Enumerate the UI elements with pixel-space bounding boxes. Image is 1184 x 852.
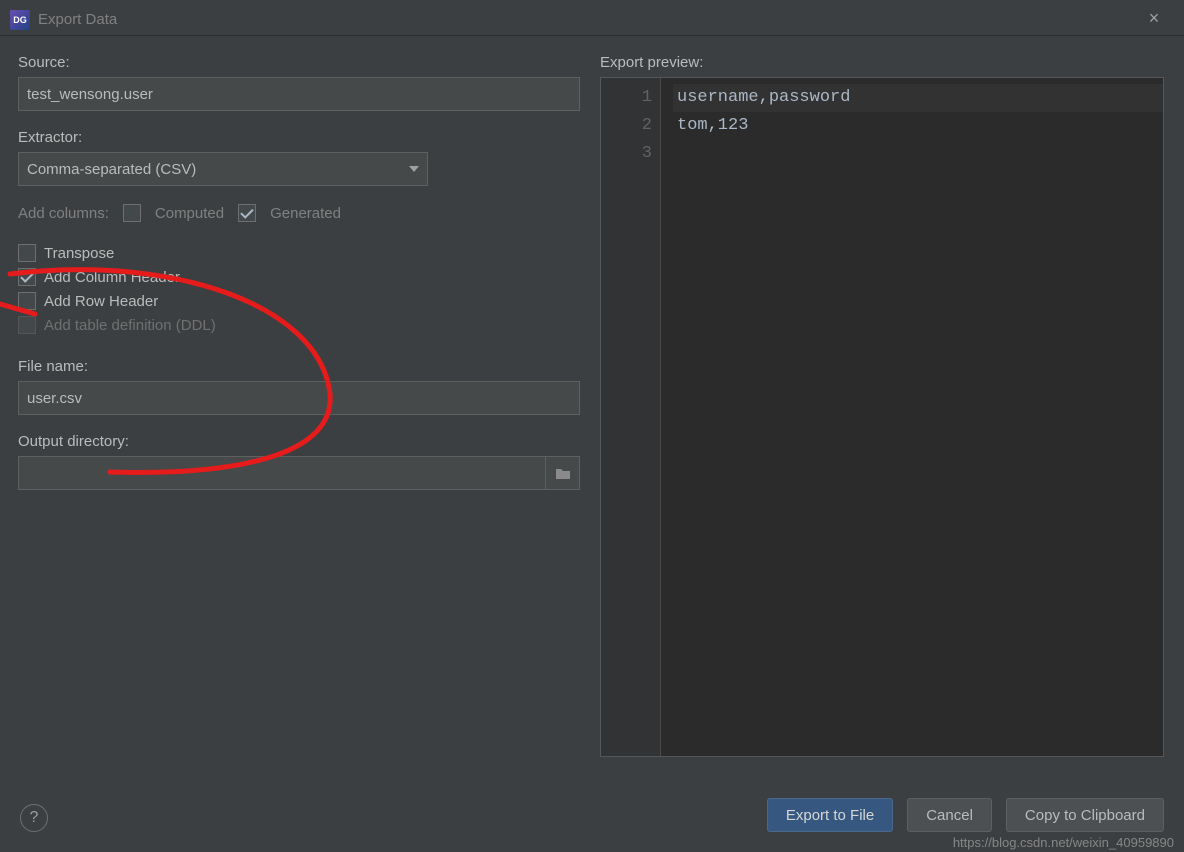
line-number: 3 [601,140,652,168]
add-column-header-label: Add Column Header [44,269,180,286]
add-column-header-checkbox[interactable] [18,268,36,286]
computed-checkbox[interactable] [123,204,141,222]
cancel-button[interactable]: Cancel [907,798,992,832]
dialog-buttons: Export to File Cancel Copy to Clipboard [767,798,1164,832]
generated-label: Generated [270,205,341,222]
output-dir-input[interactable] [18,456,546,490]
extractor-value: Comma-separated (CSV) [27,161,196,178]
preview-label: Export preview: [600,54,1168,71]
form-pane: Source: Extractor: Comma-separated (CSV)… [0,36,596,826]
preview-editor[interactable]: 1 2 3 username,password tom,123 [600,77,1164,757]
window-title: Export Data [38,11,117,28]
content-area: Source: Extractor: Comma-separated (CSV)… [0,36,1184,826]
source-label: Source: [18,54,580,71]
generated-checkbox[interactable] [238,204,256,222]
app-icon: DG [10,10,30,30]
add-ddl-label: Add table definition (DDL) [44,317,216,334]
add-row-header-checkbox[interactable] [18,292,36,310]
add-columns-label: Add columns: [18,205,109,222]
code-line [673,140,1163,168]
extractor-select[interactable]: Comma-separated (CSV) [18,152,428,186]
copy-to-clipboard-button[interactable]: Copy to Clipboard [1006,798,1164,832]
line-number: 2 [601,112,652,140]
add-row-header-label: Add Row Header [44,293,158,310]
filename-label: File name: [18,358,580,375]
chevron-down-icon [409,166,419,172]
folder-icon [555,466,571,480]
line-number: 1 [601,84,652,112]
transpose-label: Transpose [44,245,114,262]
close-icon[interactable]: × [1144,8,1164,28]
export-data-dialog: DG Export Data × Source: Extractor: Comm… [0,0,1184,852]
titlebar: DG Export Data × [0,0,1184,36]
preview-pane: Export preview: 1 2 3 username,password … [596,36,1184,826]
watermark-text: https://blog.csdn.net/weixin_40959890 [953,835,1174,850]
code-line: tom,123 [673,112,1163,140]
filename-input[interactable] [18,381,580,415]
preview-code: username,password tom,123 [661,78,1163,756]
export-to-file-button[interactable]: Export to File [767,798,893,832]
preview-gutter: 1 2 3 [601,78,661,756]
computed-label: Computed [155,205,224,222]
add-ddl-checkbox[interactable] [18,316,36,334]
extractor-label: Extractor: [18,129,580,146]
source-input[interactable] [18,77,580,111]
output-dir-label: Output directory: [18,433,580,450]
browse-folder-button[interactable] [546,456,580,490]
help-button[interactable]: ? [20,804,48,832]
code-line: username,password [673,84,1163,112]
transpose-checkbox[interactable] [18,244,36,262]
